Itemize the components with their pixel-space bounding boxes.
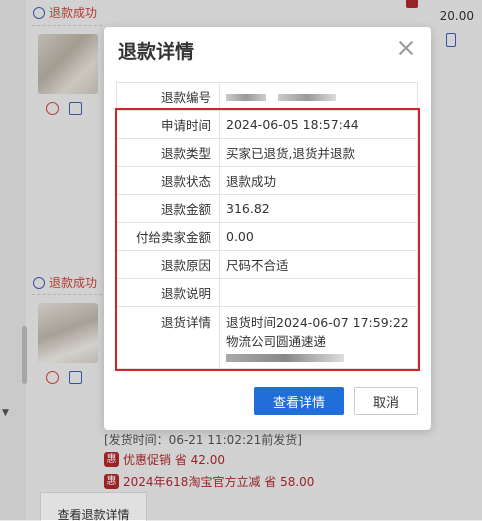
row-value: 退款成功 [219, 166, 418, 195]
return-time: 退货时间2024-06-07 17:59:22 [226, 315, 409, 330]
table-row: 申请时间 2024-06-05 18:57:44 [116, 110, 418, 139]
row-label: 退款编号 [116, 82, 220, 111]
row-label: 退货详情 [116, 306, 220, 369]
table-row: 退款原因 尺码不合适 [116, 250, 418, 279]
row-label: 退款原因 [116, 250, 220, 279]
close-icon[interactable] [397, 39, 415, 57]
row-value: 316.82 [219, 194, 418, 223]
row-value: 2024-06-05 18:57:44 [219, 110, 418, 139]
redacted-text [278, 94, 336, 101]
table-row: 退款状态 退款成功 [116, 166, 418, 195]
redacted-text [226, 354, 344, 362]
row-value: 买家已退货,退货并退款 [219, 138, 418, 167]
refund-detail-dialog: 退款详情 退款编号 申请时间 2024-06-05 18:57:44 退款类型 … [104, 27, 431, 430]
row-label: 退款说明 [116, 278, 220, 307]
view-details-button[interactable]: 查看详情 [254, 387, 344, 415]
table-row: 退款类型 买家已退货,退货并退款 [116, 138, 418, 167]
row-label: 付给卖家金额 [116, 222, 220, 251]
refund-detail-table: 退款编号 申请时间 2024-06-05 18:57:44 退款类型 买家已退货… [116, 82, 418, 369]
row-value: 0.00 [219, 222, 418, 251]
row-label: 退款金额 [116, 194, 220, 223]
row-label: 退款类型 [116, 138, 220, 167]
table-row: 退货详情 退货时间2024-06-07 17:59:22 物流公司圆通速递 [116, 306, 418, 369]
dialog-title: 退款详情 [118, 41, 195, 63]
row-value [219, 278, 418, 307]
cancel-button[interactable]: 取消 [354, 387, 418, 415]
table-row: 付给卖家金额 0.00 [116, 222, 418, 251]
row-value: 退货时间2024-06-07 17:59:22 物流公司圆通速递 [219, 306, 418, 369]
row-label: 退款状态 [116, 166, 220, 195]
table-row: 退款编号 [116, 82, 418, 111]
row-label: 申请时间 [116, 110, 220, 139]
table-row: 退款金额 316.82 [116, 194, 418, 223]
row-value [219, 82, 418, 111]
logistics-company: 物流公司圆通速递 [226, 334, 327, 349]
redacted-text [226, 94, 266, 101]
row-value: 尺码不合适 [219, 250, 418, 279]
table-row: 退款说明 [116, 278, 418, 307]
